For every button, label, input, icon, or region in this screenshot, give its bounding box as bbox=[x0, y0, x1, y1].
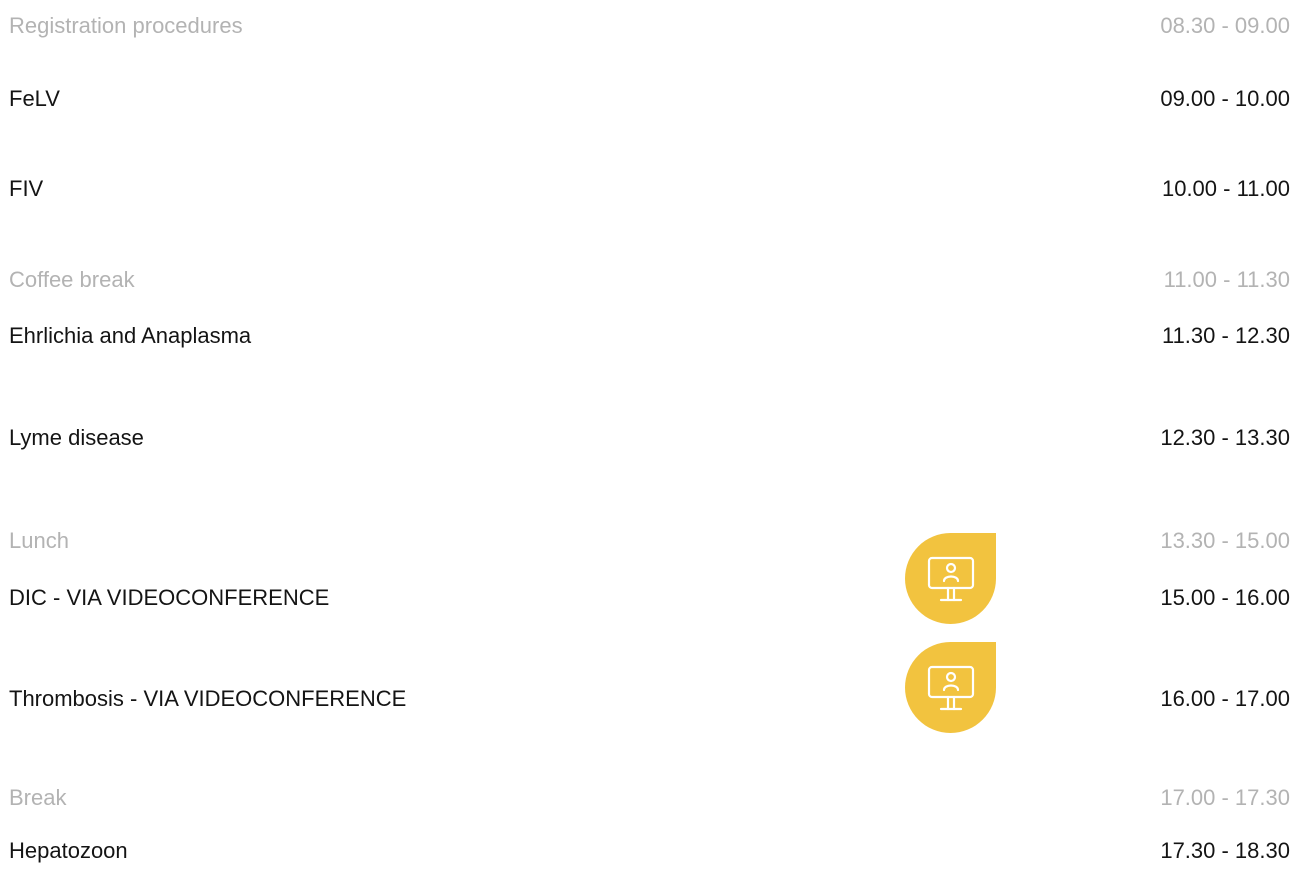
schedule-row-lunch: Lunch 13.30 - 15.00 bbox=[9, 521, 1290, 561]
schedule-row-thrombosis: Thrombosis - VIA VIDEOCONFERENCE 16.00 -… bbox=[9, 679, 1290, 719]
schedule-time: 11.00 - 11.30 bbox=[1163, 267, 1290, 292]
videoconference-icon bbox=[927, 556, 974, 601]
schedule-title: Registration procedures bbox=[9, 13, 243, 38]
schedule-row-dic: DIC - VIA VIDEOCONFERENCE 15.00 - 16.00 bbox=[9, 578, 1290, 618]
schedule-title: Lunch bbox=[9, 528, 69, 553]
schedule-time: 13.30 - 15.00 bbox=[1160, 528, 1290, 553]
schedule-row-break: Break 17.00 - 17.30 bbox=[9, 778, 1290, 818]
schedule-title: FIV bbox=[9, 176, 44, 201]
videoconference-badge bbox=[905, 533, 996, 624]
schedule-title: Hepatozoon bbox=[9, 838, 128, 863]
schedule-title: Coffee break bbox=[9, 267, 135, 292]
schedule-title: Break bbox=[9, 785, 67, 810]
schedule-list: Registration procedures 08.30 - 09.00 Fe… bbox=[0, 0, 1306, 863]
schedule-time: 17.30 - 18.30 bbox=[1160, 838, 1290, 863]
schedule-row-coffee-break: Coffee break 11.00 - 11.30 bbox=[9, 260, 1290, 300]
schedule-time: 09.00 - 10.00 bbox=[1160, 86, 1290, 111]
videoconference-icon bbox=[927, 665, 974, 710]
schedule-title: Lyme disease bbox=[9, 425, 144, 450]
schedule-row-registration: Registration procedures 08.30 - 09.00 bbox=[9, 6, 1290, 46]
schedule-time: 11.30 - 12.30 bbox=[1161, 323, 1290, 348]
schedule-time: 12.30 - 13.30 bbox=[1160, 425, 1290, 450]
schedule-row-lyme: Lyme disease 12.30 - 13.30 bbox=[9, 418, 1290, 458]
videoconference-badge bbox=[905, 642, 996, 733]
schedule-row-ehrlichia: Ehrlichia and Anaplasma 11.30 - 12.30 bbox=[9, 316, 1290, 356]
schedule-time: 17.00 - 17.30 bbox=[1160, 785, 1290, 810]
schedule-title: Ehrlichia and Anaplasma bbox=[9, 323, 252, 348]
schedule-time: 08.30 - 09.00 bbox=[1160, 13, 1290, 38]
schedule-time: 15.00 - 16.00 bbox=[1160, 585, 1290, 610]
schedule-row-hepatozoon: Hepatozoon 17.30 - 18.30 bbox=[9, 831, 1290, 871]
schedule-time: 10.00 - 11.00 bbox=[1161, 176, 1290, 201]
schedule-time: 16.00 - 17.00 bbox=[1160, 686, 1290, 711]
schedule-row-felv: FeLV 09.00 - 10.00 bbox=[9, 79, 1290, 119]
schedule-title: FeLV bbox=[9, 86, 60, 111]
schedule-row-fiv: FIV 10.00 - 11.00 bbox=[9, 169, 1290, 209]
schedule-title: DIC - VIA VIDEOCONFERENCE bbox=[9, 585, 330, 610]
schedule-title: Thrombosis - VIA VIDEOCONFERENCE bbox=[9, 686, 407, 711]
